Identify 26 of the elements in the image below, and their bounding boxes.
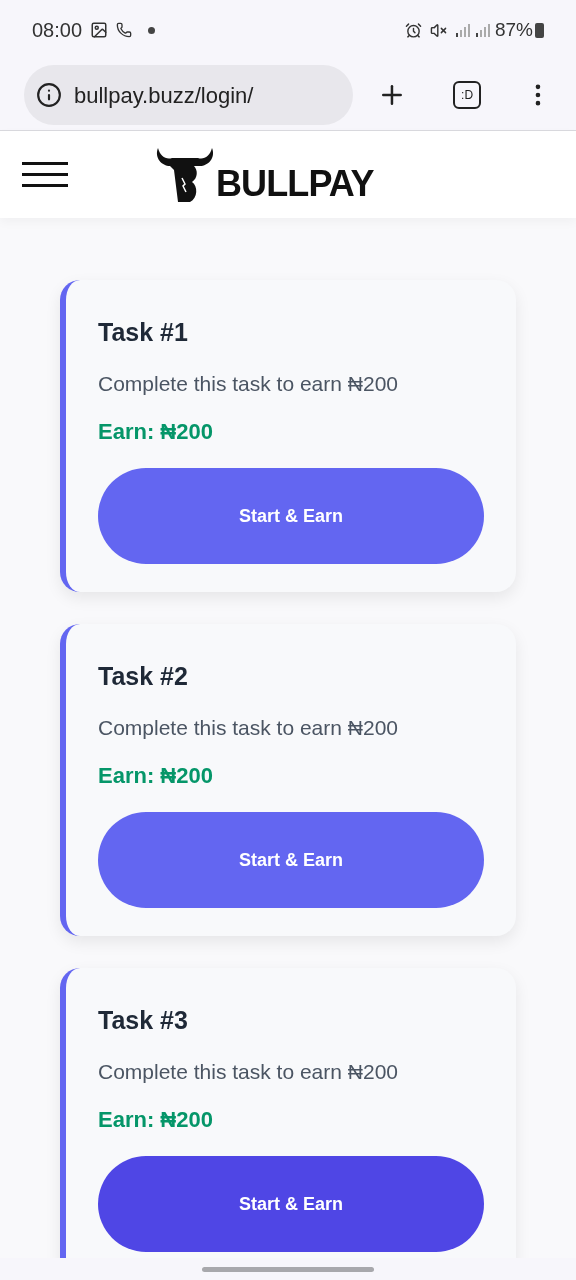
tab-switcher-button[interactable]: :D xyxy=(453,81,482,109)
task-description: Complete this task to earn ₦200 xyxy=(98,715,399,741)
task-title: Task #3 xyxy=(98,1005,189,1036)
image-icon xyxy=(90,21,109,39)
phone-icon xyxy=(116,22,133,38)
earn-amount: Earn: ₦200 xyxy=(98,762,214,790)
signal-icon xyxy=(474,22,491,38)
earn-amount: Earn: ₦200 xyxy=(98,418,214,446)
earn-amount: Earn: ₦200 xyxy=(98,1106,214,1134)
menu-icon[interactable] xyxy=(22,161,68,188)
battery-percent: 87% xyxy=(494,17,533,42)
task-description: Complete this task to earn ₦200 xyxy=(98,1059,399,1085)
task-title: Task #2 xyxy=(98,661,189,692)
info-icon[interactable] xyxy=(36,82,62,108)
address-bar[interactable]: bullpay.buzz/login/ xyxy=(24,65,354,125)
status-time: 08:00 xyxy=(32,18,83,43)
start-earn-button[interactable]: Start & Earn xyxy=(98,812,484,908)
task-title: Task #1 xyxy=(98,317,189,348)
start-earn-button[interactable]: Start & Earn xyxy=(98,1156,484,1252)
battery-icon xyxy=(535,22,544,38)
mute-icon xyxy=(429,21,447,39)
url-text: bullpay.buzz/login/ xyxy=(74,81,254,110)
signal-icon xyxy=(454,22,471,38)
start-earn-button[interactable]: Start & Earn xyxy=(98,468,484,564)
task-description: Complete this task to earn ₦200 xyxy=(98,371,399,397)
alarm-icon xyxy=(404,21,422,39)
